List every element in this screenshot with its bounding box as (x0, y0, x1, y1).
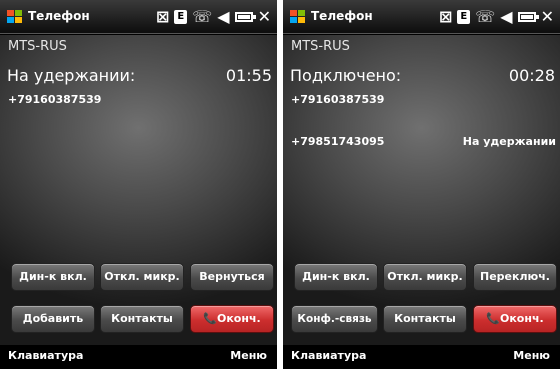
caller-number: +79160387539 (8, 93, 102, 106)
signal-icon: ⊠ (438, 7, 453, 26)
call-icon: ☏ (192, 7, 213, 26)
keyboard-softkey[interactable]: Клавиатура (291, 349, 366, 362)
keyboard-softkey[interactable]: Клавиатура (8, 349, 83, 362)
add-call-button[interactable]: Добавить (11, 305, 95, 333)
e-data-icon: E (457, 10, 471, 24)
swap-button[interactable]: Переключ. (473, 263, 557, 291)
call-area: MTS-RUS Подключено: 00:28 +79160387539 +… (283, 35, 560, 345)
softkey-bar: Клавиатура Меню (283, 345, 560, 369)
windows-logo-icon[interactable] (7, 10, 23, 24)
phone-icon: 📞 (486, 312, 500, 325)
call-icon: ☏ (475, 7, 496, 26)
e-data-icon: E (174, 10, 188, 24)
call-state: На удержании: (7, 66, 136, 85)
app-title[interactable]: Телефон (311, 9, 373, 23)
close-icon[interactable]: ✕ (541, 7, 554, 27)
menu-softkey[interactable]: Меню (230, 349, 267, 362)
close-icon[interactable]: ✕ (258, 7, 271, 27)
softkey-bar: Клавиатура Меню (0, 345, 277, 369)
windows-logo-icon[interactable] (290, 10, 306, 24)
signal-icon: ⊠ (155, 7, 170, 26)
speaker-icon: ◀ (500, 7, 513, 26)
phone-icon: 📞 (203, 312, 217, 325)
carrier-name: MTS-RUS (291, 39, 350, 54)
menu-softkey[interactable]: Меню (513, 349, 550, 362)
status-bar: Телефон ⊠ E ☏ ◀ ✕ (283, 0, 560, 34)
status-icons: ⊠ E ☏ ◀ ✕ (156, 7, 271, 27)
app-title[interactable]: Телефон (28, 9, 90, 23)
mute-button[interactable]: Откл. микр. (100, 263, 184, 291)
speaker-on-button[interactable]: Дин-к вкл. (11, 263, 95, 291)
conference-button[interactable]: Конф.-связь (291, 305, 378, 333)
end-call-label: Оконч. (499, 312, 544, 325)
contacts-button[interactable]: Контакты (383, 305, 467, 333)
contacts-button[interactable]: Контакты (100, 305, 184, 333)
battery-icon (517, 12, 539, 22)
speaker-icon: ◀ (217, 7, 230, 26)
return-button[interactable]: Вернуться (190, 263, 274, 291)
second-call-status: На удержании (462, 135, 556, 148)
battery-icon (234, 12, 256, 22)
end-call-button[interactable]: 📞Оконч. (473, 305, 557, 333)
mute-button[interactable]: Откл. микр. (383, 263, 467, 291)
caller-number: +79160387539 (291, 93, 385, 106)
end-call-label: Оконч. (216, 312, 261, 325)
second-caller-number: +79851743095 (291, 135, 385, 148)
call-area: MTS-RUS На удержании: 01:55 +79160387539… (0, 35, 277, 345)
phone-screen-left: Телефон ⊠ E ☏ ◀ ✕ MTS-RUS На удержании: … (0, 0, 277, 369)
call-timer: 00:28 (508, 66, 555, 85)
status-bar: Телефон ⊠ E ☏ ◀ ✕ (0, 0, 277, 34)
carrier-name: MTS-RUS (8, 39, 67, 54)
status-icons: ⊠ E ☏ ◀ ✕ (439, 7, 554, 27)
speaker-on-button[interactable]: Дин-к вкл. (294, 263, 378, 291)
end-call-button[interactable]: 📞Оконч. (190, 305, 274, 333)
call-state: Подключено: (290, 66, 402, 85)
phone-screens: Телефон ⊠ E ☏ ◀ ✕ MTS-RUS На удержании: … (0, 0, 560, 369)
phone-screen-right: Телефон ⊠ E ☏ ◀ ✕ MTS-RUS Подключено: 00… (283, 0, 560, 369)
call-timer: 01:55 (225, 66, 272, 85)
